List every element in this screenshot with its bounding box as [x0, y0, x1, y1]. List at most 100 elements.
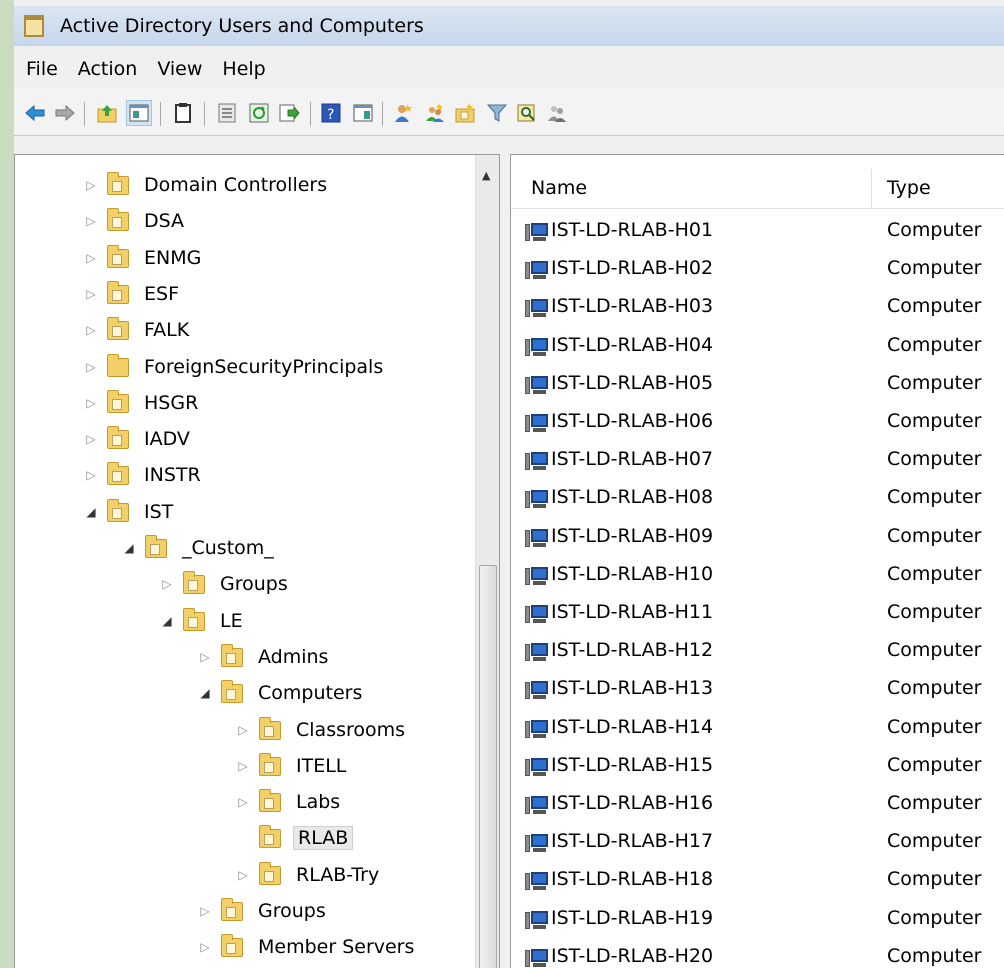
menu-view[interactable]: View	[147, 58, 212, 80]
column-header-name[interactable]: Name	[531, 177, 587, 199]
list-item[interactable]: IST-LD-RLAB-H20 Computer	[511, 939, 1004, 968]
column-header-type[interactable]: Type	[887, 177, 931, 199]
back-arrow-icon[interactable]	[24, 102, 46, 124]
expand-arrow-icon[interactable]: ▷	[197, 650, 213, 664]
tree-node[interactable]: ▷ Admins	[197, 639, 331, 675]
menu-file[interactable]: File	[14, 58, 68, 80]
new-user-icon[interactable]	[392, 102, 414, 124]
expand-arrow-icon[interactable]: ▷	[197, 940, 213, 954]
expand-arrow-icon[interactable]: ▷	[83, 432, 99, 446]
list-item[interactable]: IST-LD-RLAB-H08 Computer	[511, 480, 1004, 518]
tree-node[interactable]: RLAB	[235, 820, 354, 856]
folder-icon	[221, 679, 243, 703]
list-item[interactable]: IST-LD-RLAB-H07 Computer	[511, 442, 1004, 480]
show-hide-console-tree-icon[interactable]	[126, 100, 152, 126]
scroll-thumb[interactable]	[479, 565, 497, 968]
title-bar[interactable]: Active Directory Users and Computers	[14, 6, 1004, 46]
expand-arrow-icon[interactable]: ▷	[235, 759, 251, 773]
tree-node[interactable]: ▷ ForeignSecurityPrincipals	[83, 349, 386, 385]
tree-node-label: RLAB-Try	[296, 864, 380, 886]
refresh-icon[interactable]	[248, 102, 270, 124]
export-list-icon[interactable]	[278, 102, 300, 124]
tree-node[interactable]: ▷ Labs	[235, 784, 343, 820]
tree-node[interactable]: ▷ Groups	[159, 566, 291, 602]
collapse-arrow-icon[interactable]: ◢	[159, 614, 175, 628]
expand-arrow-icon[interactable]: ▷	[159, 577, 175, 591]
list-item[interactable]: IST-LD-RLAB-H10 Computer	[511, 557, 1004, 595]
tree-node[interactable]: ▷ Classrooms	[235, 712, 408, 748]
list-item[interactable]: IST-LD-RLAB-H15 Computer	[511, 748, 1004, 786]
computer-name: IST-LD-RLAB-H17	[551, 830, 714, 852]
expand-arrow-icon[interactable]: ▷	[83, 468, 99, 482]
tree-node[interactable]: ▷ ENMG	[83, 240, 204, 276]
list-item[interactable]: IST-LD-RLAB-H09 Computer	[511, 519, 1004, 557]
tree-node[interactable]: ◢ _Custom_	[121, 530, 277, 566]
menu-help[interactable]: Help	[212, 58, 275, 80]
find-icon[interactable]	[516, 102, 538, 124]
expand-arrow-icon[interactable]: ▷	[235, 868, 251, 882]
console-tree[interactable]: ▷ Domain Controllers ▷ DSA ▷ ENMG ▷ ESF ▷ FALK ▷ Fo…	[14, 154, 500, 968]
expand-arrow-icon[interactable]: ▷	[83, 287, 99, 301]
tree-node[interactable]: ◢ LE	[159, 603, 246, 639]
object-type: Computer	[887, 525, 982, 547]
up-folder-icon[interactable]	[96, 102, 118, 124]
add-to-group-icon[interactable]	[546, 102, 568, 124]
help-icon[interactable]: ?	[320, 102, 342, 124]
tree-node[interactable]: ▷ ITELL	[235, 748, 349, 784]
filter-icon[interactable]	[486, 102, 508, 124]
list-item[interactable]: IST-LD-RLAB-H19 Computer	[511, 901, 1004, 939]
tree-node[interactable]: ▷ Member Servers	[197, 929, 417, 965]
menu-action[interactable]: Action	[68, 58, 148, 80]
list-item[interactable]: IST-LD-RLAB-H02 Computer	[511, 251, 1004, 289]
list-item[interactable]: IST-LD-RLAB-H04 Computer	[511, 328, 1004, 366]
new-group-icon[interactable]	[424, 102, 446, 124]
list-item[interactable]: IST-LD-RLAB-H01 Computer	[511, 213, 1004, 251]
list-item[interactable]: IST-LD-RLAB-H03 Computer	[511, 289, 1004, 327]
tree-node[interactable]: ▷ Groups	[197, 893, 329, 929]
computer-icon	[525, 833, 549, 853]
tree-scrollbar[interactable]: ▲	[475, 155, 499, 968]
expand-arrow-icon[interactable]: ▷	[83, 396, 99, 410]
expand-arrow-icon[interactable]: ▷	[235, 795, 251, 809]
list-item[interactable]: IST-LD-RLAB-H17 Computer	[511, 824, 1004, 862]
tree-node[interactable]: ▷ Domain Controllers	[83, 167, 330, 203]
tree-node[interactable]: ◢ Computers	[197, 675, 365, 711]
tree-node[interactable]: ▷ RLAB-Try	[235, 857, 382, 893]
list-item[interactable]: IST-LD-RLAB-H11 Computer	[511, 595, 1004, 633]
list-item[interactable]: IST-LD-RLAB-H14 Computer	[511, 710, 1004, 748]
list-item[interactable]: IST-LD-RLAB-H05 Computer	[511, 366, 1004, 404]
tree-node[interactable]: ▷ HSGR	[83, 385, 201, 421]
toolbar-separator	[84, 102, 85, 126]
new-ou-icon[interactable]	[454, 102, 476, 124]
expand-arrow-icon[interactable]: ▷	[83, 323, 99, 337]
tree-node[interactable]: ▷ DSA	[83, 203, 187, 239]
list-item[interactable]: IST-LD-RLAB-H18 Computer	[511, 862, 1004, 900]
collapse-arrow-icon[interactable]: ◢	[83, 505, 99, 519]
tree-node[interactable]: ◢ IST	[83, 494, 176, 530]
show-action-pane-icon[interactable]	[352, 102, 374, 124]
properties-icon[interactable]	[216, 102, 238, 124]
expand-arrow-icon[interactable]: ▷	[83, 251, 99, 265]
tree-node[interactable]: ▷ FALK	[83, 312, 192, 348]
computer-icon	[525, 451, 549, 471]
tree-node[interactable]: ▷ INSTR	[83, 457, 204, 493]
expand-arrow-icon[interactable]: ▷	[235, 723, 251, 737]
list-item[interactable]: IST-LD-RLAB-H12 Computer	[511, 633, 1004, 671]
forward-arrow-icon[interactable]	[54, 102, 76, 124]
expand-arrow-icon[interactable]: ▷	[197, 904, 213, 918]
list-item[interactable]: IST-LD-RLAB-H06 Computer	[511, 404, 1004, 442]
collapse-arrow-icon[interactable]: ◢	[197, 686, 213, 700]
tree-node[interactable]: ▷ IADV	[83, 421, 193, 457]
expand-arrow-icon[interactable]: ▷	[83, 178, 99, 192]
list-item[interactable]: IST-LD-RLAB-H13 Computer	[511, 671, 1004, 709]
object-type: Computer	[887, 945, 982, 967]
details-list[interactable]: Name Type IST-LD-RLAB-H01 Computer IST-LD-…	[510, 154, 1004, 968]
expand-arrow-icon[interactable]: ▷	[83, 214, 99, 228]
scroll-up-arrow-icon[interactable]: ▲	[482, 169, 490, 182]
clipboard-icon[interactable]	[172, 102, 194, 124]
tree-node[interactable]: ▷ ESF	[83, 276, 182, 312]
expand-arrow-icon[interactable]: ▷	[83, 360, 99, 374]
collapse-arrow-icon[interactable]: ◢	[121, 541, 137, 555]
column-divider[interactable]	[871, 169, 872, 209]
list-item[interactable]: IST-LD-RLAB-H16 Computer	[511, 786, 1004, 824]
